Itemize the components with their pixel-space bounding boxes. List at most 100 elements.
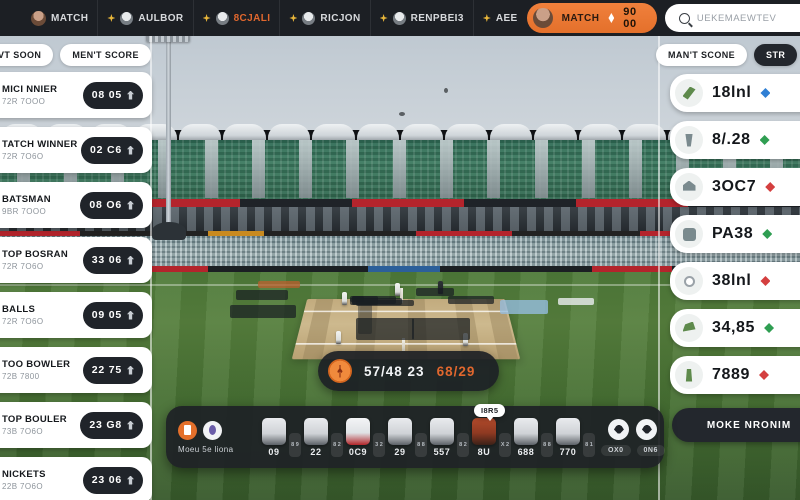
stat-value: 8/.28	[712, 131, 751, 148]
score-overlay[interactable]: 57/48 23 68/29	[318, 351, 500, 391]
nav-item-1[interactable]: AULBOR	[97, 0, 192, 36]
stat-row[interactable]: PA38	[670, 215, 800, 253]
player-divider-stat: 8 8	[415, 432, 427, 457]
player-number: 22	[310, 446, 322, 457]
bottom-stat-pill[interactable]: OX0	[601, 444, 631, 456]
odds-button[interactable]: 22 75	[82, 356, 143, 384]
filter-chip-starting-soon[interactable]: VT SOON	[0, 44, 54, 66]
odds-button[interactable]: 08 O6	[80, 191, 143, 219]
trend-up-icon	[127, 310, 134, 320]
trend-down-icon	[759, 370, 769, 380]
right-stats-panel: MAN'T SCONE STR 18lnl 8/.28 3OC7 PA38 38…	[656, 36, 800, 500]
trend-up-icon	[764, 323, 775, 333]
player-item[interactable]: 22	[304, 417, 328, 457]
stat-row[interactable]: 38lnl	[670, 262, 800, 300]
market-card[interactable]: TOP BOULER 73B 7O6O 23 G8	[0, 402, 152, 448]
ground-signage	[230, 305, 296, 318]
market-subtitle: 72R 7O6O	[2, 317, 44, 326]
player-avatar	[346, 417, 370, 445]
trend-up-icon	[127, 475, 134, 485]
player-item[interactable]: 29	[388, 417, 412, 457]
player-number: 688	[517, 446, 535, 457]
player-divider-stat: X 2	[499, 432, 511, 457]
market-text: TOO BOWLER 72B 7800	[2, 359, 70, 381]
market-text: TOP BOSRAN 72R 7O6O	[2, 249, 68, 271]
stat-row[interactable]: 3OC7	[670, 168, 800, 206]
odds-button[interactable]: 33 06	[82, 246, 143, 274]
odds-button[interactable]: 02 C6	[80, 136, 143, 164]
left-filter-chips: VT SOON MEN'T SCORE	[0, 36, 152, 72]
player-item[interactable]: 557	[430, 417, 454, 457]
odds-button[interactable]: 23 06	[82, 466, 143, 494]
ground-signage	[448, 296, 494, 304]
stat-row[interactable]: 8/.28	[670, 121, 800, 159]
market-card[interactable]: NICKETS 22B 7O6O 23 06	[0, 457, 152, 500]
odds-value: 02 C6	[89, 144, 122, 156]
search-icon	[678, 12, 690, 24]
player-avatar	[262, 417, 286, 445]
market-card[interactable]: BATSMAN 9BR 7OOO 08 O6	[0, 182, 152, 228]
stat-row[interactable]: 18lnl	[670, 74, 800, 112]
bottom-stat-pill[interactable]: 0N6	[636, 444, 665, 456]
player-item[interactable]: 0C9	[346, 417, 370, 457]
player-divider-stat: 3 2	[373, 432, 385, 457]
player-avatar	[514, 417, 538, 445]
market-subtitle: 72R 7O6O	[2, 262, 44, 271]
ground-signage	[500, 300, 548, 314]
floodlight-base	[152, 222, 186, 240]
market-card[interactable]: TOP BOSRAN 72R 7O6O 33 06	[0, 237, 152, 283]
ground-signage	[416, 288, 454, 296]
market-card[interactable]: BALLS 72R 7O6O 09 05	[0, 292, 152, 338]
player-item-active[interactable]: 770	[556, 417, 580, 457]
player-avatar	[430, 417, 454, 445]
player-divider-stat: 8 2	[457, 432, 469, 457]
odds-value: 08 05	[91, 89, 122, 101]
market-card[interactable]: TOO BOWLER 72B 7800 22 75	[0, 347, 152, 393]
player-number: 29	[394, 446, 406, 457]
filter-chip-match-score[interactable]: MAN'T SCONE	[656, 44, 748, 66]
odds-button[interactable]: 09 05	[82, 301, 143, 329]
bat-toggle-icon[interactable]	[178, 420, 197, 440]
balance-avatar-icon	[532, 8, 553, 28]
bottom-bar-right: OX0 0N6	[601, 418, 665, 456]
trend-up-icon	[127, 420, 134, 430]
balance-amount: 90 00	[623, 6, 637, 30]
trend-up-icon	[759, 135, 770, 145]
stat-row[interactable]: 7889	[670, 356, 800, 394]
trend-down-icon	[765, 182, 776, 192]
stat-value: PA38	[712, 225, 754, 242]
stats-toggle-icon[interactable]	[203, 420, 222, 440]
player-item[interactable]: 09	[262, 417, 286, 457]
odds-button[interactable]: 23 G8	[80, 411, 143, 439]
player-item[interactable]: 688	[514, 417, 538, 457]
nav-item-3[interactable]: RICJON	[279, 0, 369, 36]
search-input[interactable]: UEKEMAEWTEV	[664, 4, 800, 32]
player-divider-stat: 8 2	[331, 432, 343, 457]
odds-value: 22 75	[91, 364, 122, 376]
spark-icon	[202, 14, 211, 22]
stat-value: 3OC7	[712, 178, 757, 195]
nav-item-2[interactable]: 8CJALI	[192, 0, 280, 36]
floodlight-pole	[166, 18, 171, 228]
player-item[interactable]: 8U	[472, 417, 496, 457]
player-number: 09	[268, 446, 280, 457]
odds-value: 23 G8	[89, 419, 122, 431]
shield-icon-2[interactable]	[636, 418, 658, 440]
nav-item-5[interactable]: AEE	[472, 0, 527, 36]
shield-icon-1[interactable]	[608, 418, 630, 440]
market-card[interactable]: MICI NNIER 72R 7OOO 08 05	[0, 72, 152, 118]
ground-signage	[356, 300, 414, 306]
trend-up-icon	[762, 229, 773, 239]
filter-chip-match-score[interactable]: MEN'T SCORE	[60, 44, 151, 66]
player-avatar	[556, 417, 580, 445]
filter-chip-strike[interactable]: STR	[754, 44, 798, 66]
nav-item-4[interactable]: RENPBEI3	[369, 0, 473, 36]
trend-up-icon	[127, 365, 134, 375]
nav-brand[interactable]: MATCH	[22, 0, 97, 36]
balance-pill[interactable]: MATCH 90 00	[526, 3, 657, 33]
more-button[interactable]: MOKE NRONIM	[672, 408, 800, 442]
odds-button[interactable]: 08 05	[82, 81, 143, 109]
market-card[interactable]: TATCH WINNER 72R 7O6O 02 C6	[0, 127, 152, 173]
stat-row[interactable]: 34,85	[670, 309, 800, 347]
player-tooltip: I8R5	[474, 403, 506, 417]
